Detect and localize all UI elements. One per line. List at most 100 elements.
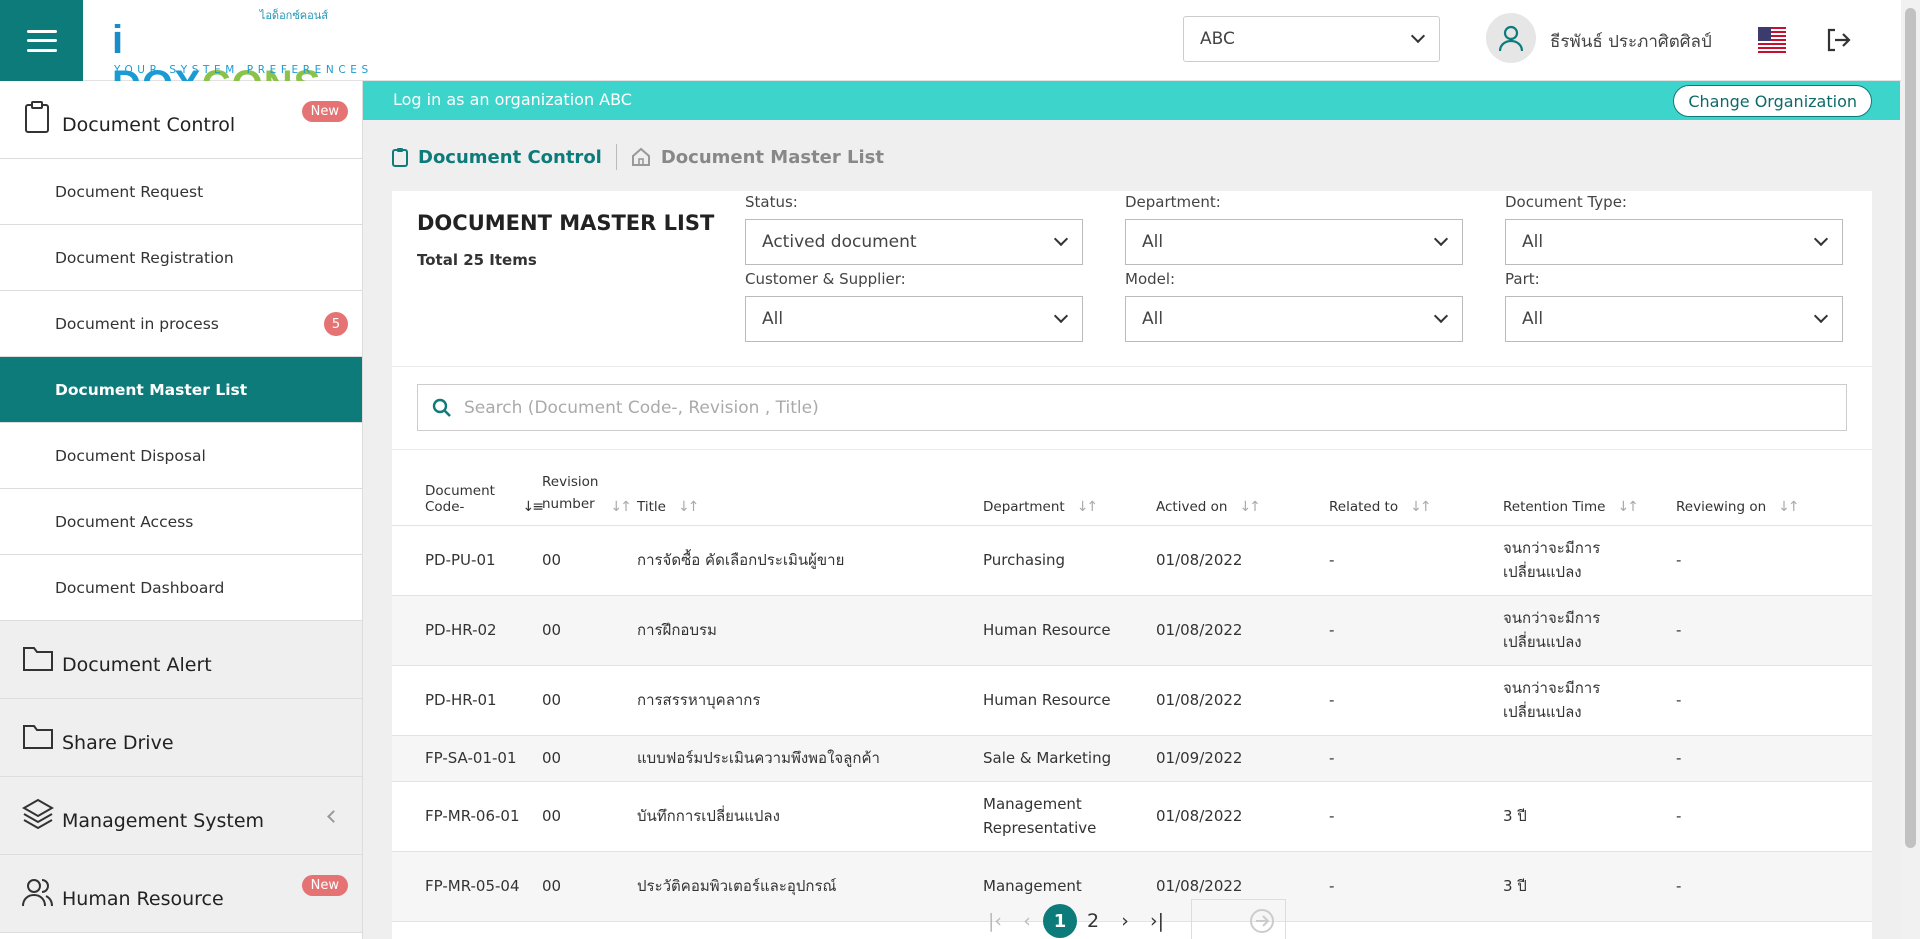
- chevron-down-icon: [1433, 308, 1449, 324]
- breadcrumb-document-control[interactable]: Document Control: [418, 147, 602, 168]
- page-title: DOCUMENT MASTER LIST: [417, 211, 715, 235]
- table-header-row: Document Code- ↓≡ Revision number ↓↑ Title ↓…: [392, 461, 1872, 526]
- organization-banner-text: Log in as an organization ABC: [393, 90, 632, 109]
- count-badge: 5: [324, 312, 348, 336]
- folder-icon: [23, 724, 53, 749]
- page-next[interactable]: 2: [1077, 905, 1109, 937]
- chevron-down-icon: [1410, 28, 1426, 44]
- document-table: Document Code- ↓≡ Revision number ↓↑ Title ↓…: [392, 461, 1872, 922]
- us-flag-icon[interactable]: [1758, 27, 1786, 53]
- part-filter: Part: All: [1505, 270, 1843, 342]
- users-icon: [22, 878, 53, 906]
- breadcrumb-current: Document Master List: [660, 146, 884, 168]
- user-name[interactable]: ธีรพันธ์ ประภาศิตศิลป์: [1550, 28, 1712, 55]
- sort-icon[interactable]: ↓↑: [1617, 499, 1639, 515]
- table-row[interactable]: PD-HR-01 00 การสรรหาบุคลากร Human Resource 0…: [392, 665, 1872, 736]
- folder-icon: [23, 646, 53, 671]
- sidebar-item-document-request[interactable]: Document Request: [0, 159, 362, 225]
- column-header-actived[interactable]: Actived on ↓↑: [1156, 461, 1329, 526]
- organization-select[interactable]: ABC: [1183, 16, 1440, 62]
- table-row[interactable]: FP-SA-01-01 00 แบบฟอร์มประเมินความพึงพอใจล…: [392, 735, 1872, 782]
- sidebar-section-label: Document Control: [62, 113, 236, 136]
- chevron-down-icon: [1433, 231, 1449, 247]
- next-page-icon[interactable]: ›: [1109, 905, 1141, 937]
- search-placeholder: Search (Document Code-, Revision , Title…: [464, 397, 819, 418]
- arrow-right-circle-icon[interactable]: [1249, 908, 1275, 934]
- column-header-related[interactable]: Related to ↓↑: [1329, 461, 1503, 526]
- home-icon: [631, 147, 650, 166]
- breadcrumb: Document Control Document Master List: [392, 143, 884, 171]
- app-logo[interactable]: ไอด็อกซ์คอนส์ i DOXCONS YOUR SYSTEM PREF…: [112, 6, 368, 107]
- sort-icon[interactable]: ↓↑: [678, 499, 700, 515]
- table-row[interactable]: PD-PU-01 00 การจัดซื้อ คัดเลือกประเมินผู้ข…: [392, 525, 1872, 596]
- column-header-retention[interactable]: Retention Time ↓↑: [1503, 461, 1676, 526]
- sort-icon[interactable]: ↓↑: [1778, 499, 1800, 515]
- sort-icon[interactable]: ↓↑: [1410, 499, 1432, 515]
- first-page-icon[interactable]: |‹: [979, 905, 1011, 937]
- organization-banner: Log in as an organization ABC Change Org…: [363, 81, 1900, 120]
- customer-supplier-select[interactable]: All: [745, 296, 1083, 342]
- page-current[interactable]: 1: [1043, 904, 1077, 938]
- user-avatar[interactable]: [1486, 13, 1536, 63]
- chevron-down-icon: [1813, 231, 1829, 247]
- table-row[interactable]: PD-HR-02 00 การฝึกอบรม Human Resource 01/08/…: [392, 595, 1872, 666]
- master-list-card: DOCUMENT MASTER LIST Total 25 Items Stat…: [392, 191, 1872, 939]
- previous-page-icon[interactable]: ‹: [1011, 905, 1043, 937]
- status-filter-label: Status:: [745, 193, 798, 211]
- sidebar-section-document-alert[interactable]: Document Alert: [0, 621, 362, 699]
- model-filter: Model: All: [1125, 270, 1463, 342]
- sidebar-section-document-control[interactable]: Document Control New: [0, 81, 362, 159]
- breadcrumb-divider: [615, 144, 617, 170]
- sort-icon[interactable]: ↓↑: [1239, 499, 1261, 515]
- column-header-title[interactable]: Title ↓↑: [637, 461, 983, 526]
- chevron-down-icon: [1053, 231, 1069, 247]
- top-header: ไอด็อกซ์คอนส์ i DOXCONS YOUR SYSTEM PREF…: [0, 0, 1920, 107]
- chevron-down-icon: [1813, 308, 1829, 324]
- sort-desc-icon[interactable]: ↓≡: [523, 499, 545, 515]
- column-header-reviewing[interactable]: Reviewing on ↓↑: [1676, 461, 1872, 526]
- total-items: Total 25 Items: [417, 251, 537, 269]
- sort-icon[interactable]: ↓↑: [1077, 499, 1099, 515]
- customer-supplier-filter: Customer & Supplier: All: [745, 270, 1083, 342]
- sidebar-item-document-dashboard[interactable]: Document Dashboard: [0, 555, 362, 621]
- search-icon: [432, 398, 451, 417]
- status-filter: Status: Actived document: [745, 193, 1083, 265]
- chevron-left-icon: [327, 810, 340, 823]
- status-select[interactable]: Actived document: [745, 219, 1083, 265]
- column-header-revision[interactable]: Revision number ↓↑: [542, 461, 637, 526]
- search-input[interactable]: Search (Document Code-, Revision , Title…: [417, 384, 1847, 431]
- sidebar-section-share-drive[interactable]: Share Drive: [0, 699, 362, 777]
- model-filter-label: Model:: [1125, 270, 1176, 288]
- sidebar-item-document-registration[interactable]: Document Registration: [0, 225, 362, 291]
- last-page-icon[interactable]: ›|: [1141, 905, 1173, 937]
- sidebar-section-management-system[interactable]: Management System: [0, 777, 362, 855]
- clipboard-icon: [25, 100, 49, 133]
- sidebar-section-human-resource[interactable]: Human Resource New: [0, 855, 362, 933]
- user-icon: [1498, 25, 1524, 52]
- column-header-code[interactable]: Document Code- ↓≡: [392, 461, 545, 526]
- menu-toggle-button[interactable]: [0, 0, 83, 81]
- sidebar-item-document-disposal[interactable]: Document Disposal: [0, 423, 362, 489]
- sidebar-item-document-in-process[interactable]: Document in process 5: [0, 291, 362, 357]
- sidebar-item-document-access[interactable]: Document Access: [0, 489, 362, 555]
- sidebar: Document Control New Document Request Do…: [0, 81, 363, 939]
- table-row[interactable]: FP-MR-06-01 00 บันทึกการเปลี่ยนแปลง Managem…: [392, 781, 1872, 852]
- sidebar-item-document-master-list[interactable]: Document Master List: [0, 357, 362, 423]
- change-organization-button[interactable]: Change Organization: [1673, 85, 1872, 117]
- pagination: |‹ ‹ 1 2 › ›|: [979, 899, 1286, 939]
- page-scrollbar[interactable]: [1901, 0, 1920, 939]
- search-divider: [392, 449, 1872, 450]
- scrollbar-thumb[interactable]: [1905, 8, 1916, 848]
- layers-icon: [22, 798, 54, 829]
- chevron-down-icon: [1053, 308, 1069, 324]
- logout-icon[interactable]: [1824, 26, 1852, 54]
- part-select[interactable]: All: [1505, 296, 1843, 342]
- sort-icon[interactable]: ↓↑: [610, 499, 632, 515]
- department-select[interactable]: All: [1125, 219, 1463, 265]
- go-to-page-input[interactable]: [1191, 899, 1286, 939]
- column-header-department[interactable]: Department ↓↑: [983, 461, 1156, 526]
- hamburger-icon: [26, 29, 57, 52]
- document-type-select[interactable]: All: [1505, 219, 1843, 265]
- part-filter-label: Part:: [1505, 270, 1540, 288]
- model-select[interactable]: All: [1125, 296, 1463, 342]
